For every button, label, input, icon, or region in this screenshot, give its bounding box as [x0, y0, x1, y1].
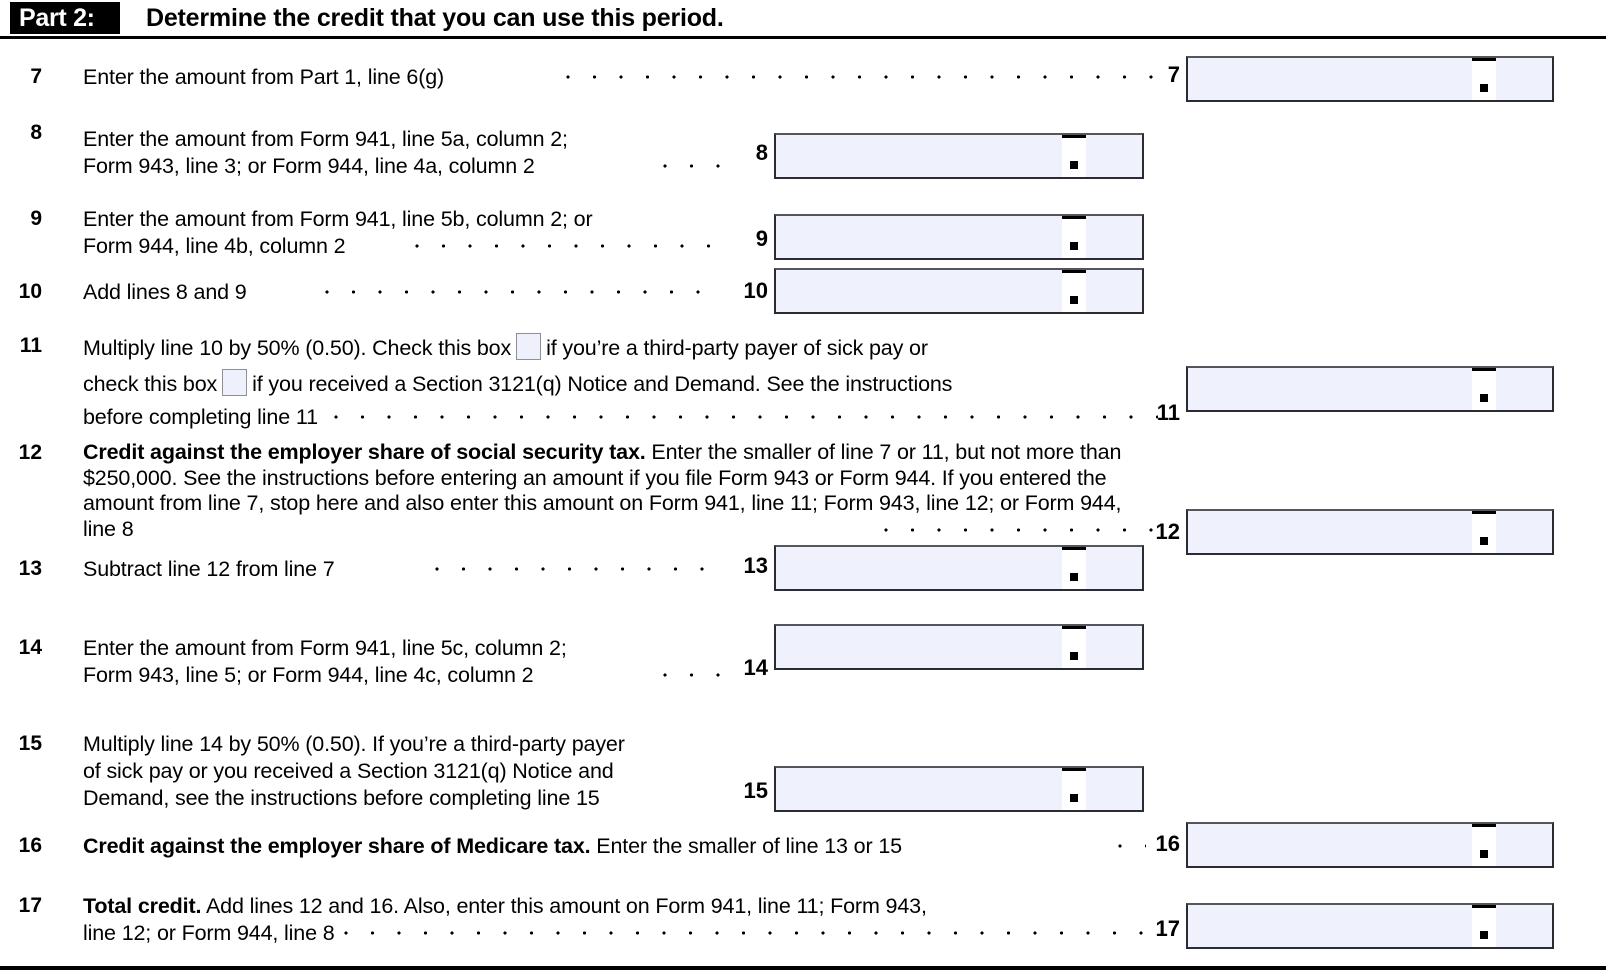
line-10-field-number: 10: [743, 278, 768, 303]
line-16-number: 16: [18, 834, 42, 857]
line-8-amount-input[interactable]: [774, 133, 1144, 179]
line-12-bold-lead: Credit against the employer share of soc…: [83, 440, 646, 464]
line-16-text: Credit against the employer share of Med…: [83, 833, 1123, 860]
line-7-field-number: 7: [1167, 62, 1180, 87]
line-8-text-line-2: Form 943, line 3; or Form 944, line 4a, …: [83, 154, 535, 178]
line-11-number: 11: [19, 334, 42, 357]
line-7-amount-input[interactable]: [1186, 56, 1554, 102]
line-17-text: Total credit. Add lines 12 and 16. Also,…: [83, 893, 1153, 920]
line-8-leader: [663, 155, 720, 177]
line-17-field-number: 17: [1155, 916, 1180, 941]
line-14-decimal-separator: [1062, 626, 1086, 668]
line-10-decimal-separator: [1062, 270, 1086, 312]
line-7-text: Enter the amount from Part 1, line 6(g): [83, 65, 445, 89]
line-16-text-rest: Enter the smaller of line 13 or 15: [590, 834, 902, 858]
line-11-leader: [334, 406, 1158, 428]
bottom-divider: [0, 966, 1606, 970]
line-12-leader: [884, 519, 1159, 541]
line-9-text-line-2: Form 944, line 4b, column 2: [83, 234, 346, 258]
line-11-text-part-1: Multiply line 10 by 50% (0.50). Check th…: [83, 336, 512, 360]
part-title: Determine the credit that you can use th…: [146, 4, 724, 32]
line-8-number: 8: [30, 121, 42, 144]
part-badge: Part 2:: [10, 2, 120, 34]
line-13-decimal-separator: [1062, 547, 1086, 589]
line-17-text-rest: Add lines 12 and 16. Also, enter this am…: [201, 894, 927, 918]
line-17-text-line-2: line 12; or Form 944, line 8: [83, 921, 335, 945]
line-15-number: 15: [18, 732, 42, 755]
line-10-text: Add lines 8 and 9: [83, 280, 247, 304]
line-11-amount-input[interactable]: [1186, 366, 1554, 412]
line-13-leader: [435, 558, 720, 580]
line-15-field-number: 15: [743, 778, 768, 803]
line-13-amount-input[interactable]: [774, 545, 1144, 591]
line-11-text-part-3: check this box: [83, 372, 218, 396]
line-16-amount-input[interactable]: [1186, 822, 1554, 868]
line-11-text-part-2: if you’re a third-party payer of sick pa…: [546, 336, 928, 360]
line-8-field-number: 8: [755, 140, 768, 165]
line-10-leader: [325, 281, 720, 303]
line-9-number: 9: [30, 207, 42, 230]
line-15-text-line-2: of sick pay or you received a Section 31…: [83, 759, 614, 783]
line-14-text-line-2: Form 943, line 5; or Form 944, line 4c, …: [83, 663, 534, 687]
line-14-text-line-1: Enter the amount from Form 941, line 5c,…: [83, 636, 567, 660]
line-16-decimal-separator: [1472, 824, 1496, 866]
line-14-number: 14: [18, 636, 42, 659]
line-8-decimal-separator: [1062, 135, 1086, 177]
line-16-bold-lead: Credit against the employer share of Med…: [83, 834, 591, 858]
line-15-text-line-1: Multiply line 14 by 50% (0.50). If you’r…: [83, 732, 625, 756]
header-divider: [0, 36, 1606, 39]
line-11-field-number: 11: [1156, 400, 1180, 425]
line-14-field-number: 14: [743, 655, 768, 680]
line-17-number: 17: [18, 894, 42, 917]
line-10-number: 10: [18, 280, 42, 303]
line-9-text-line-1: Enter the amount from Form 941, line 5b,…: [83, 207, 593, 231]
line-7-leader: [566, 66, 1166, 88]
line-13-field-number: 13: [743, 553, 768, 578]
line-17-bold-lead: Total credit.: [83, 894, 202, 918]
line-11-text-continued: check this box if you received a Section …: [83, 369, 1143, 398]
line-8-text-line-1: Enter the amount from Form 941, line 5a,…: [83, 127, 568, 151]
line-13-number: 13: [18, 557, 42, 580]
line-9-field-number: 9: [755, 226, 768, 251]
line-13-text: Subtract line 12 from line 7: [83, 557, 335, 581]
line-7-number: 7: [30, 65, 42, 88]
line-17-decimal-separator: [1472, 905, 1496, 947]
third-party-payer-checkbox[interactable]: [516, 333, 542, 360]
line-12-number: 12: [18, 441, 42, 464]
line-11-text-part-4: if you received a Section 3121(q) Notice…: [252, 372, 953, 396]
line-9-decimal-separator: [1062, 216, 1086, 258]
line-11-text-part-5: before completing line 11: [83, 405, 318, 429]
line-17-leader: [344, 922, 1159, 944]
line-7-decimal-separator: [1472, 58, 1496, 100]
line-14-leader: [663, 664, 720, 686]
line-9-amount-input[interactable]: [774, 214, 1144, 260]
line-12-amount-input[interactable]: [1186, 509, 1554, 555]
line-15-text-line-3: Demand, see the instructions before comp…: [83, 786, 600, 810]
line-17-amount-input[interactable]: [1186, 903, 1554, 949]
line-12-decimal-separator: [1472, 511, 1496, 553]
line-9-leader: [415, 235, 720, 257]
part-header: Part 2: Determine the credit that you ca…: [0, 0, 1606, 39]
line-11-decimal-separator: [1472, 368, 1496, 410]
section-3121q-notice-checkbox[interactable]: [222, 369, 248, 396]
line-14-amount-input[interactable]: [774, 624, 1144, 670]
line-15-decimal-separator: [1062, 768, 1086, 810]
line-10-amount-input[interactable]: [774, 268, 1144, 314]
line-11-text: Multiply line 10 by 50% (0.50). Check th…: [83, 333, 1143, 362]
line-16-field-number: 16: [1155, 831, 1180, 856]
line-15-amount-input[interactable]: [774, 766, 1144, 812]
line-12-field-number: 12: [1155, 519, 1180, 544]
